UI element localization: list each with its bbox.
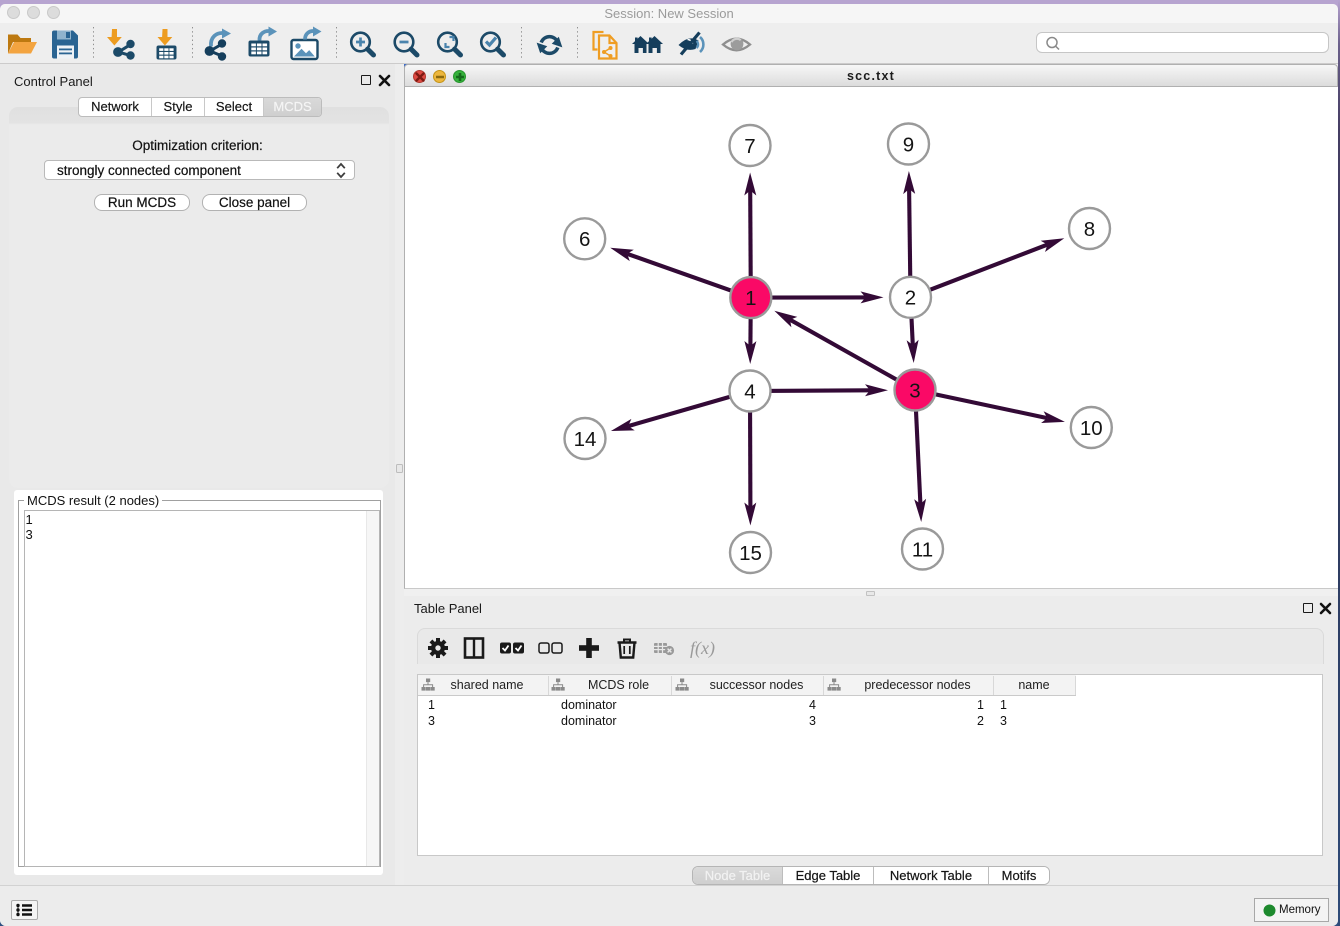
svg-text:11: 11 xyxy=(912,538,933,561)
svg-text:3: 3 xyxy=(909,379,920,402)
svg-text:14: 14 xyxy=(574,428,597,451)
svg-text:10: 10 xyxy=(1080,417,1103,440)
svg-text:f(x): f(x) xyxy=(690,638,715,659)
svg-text:4: 4 xyxy=(744,380,755,403)
svg-text:15: 15 xyxy=(739,542,762,565)
svg-text:6: 6 xyxy=(579,228,590,251)
svg-text:7: 7 xyxy=(744,135,755,158)
svg-text:9: 9 xyxy=(903,133,914,156)
svg-text:8: 8 xyxy=(1084,218,1095,241)
svg-text:1: 1 xyxy=(745,287,756,310)
svg-text:2: 2 xyxy=(905,287,916,310)
